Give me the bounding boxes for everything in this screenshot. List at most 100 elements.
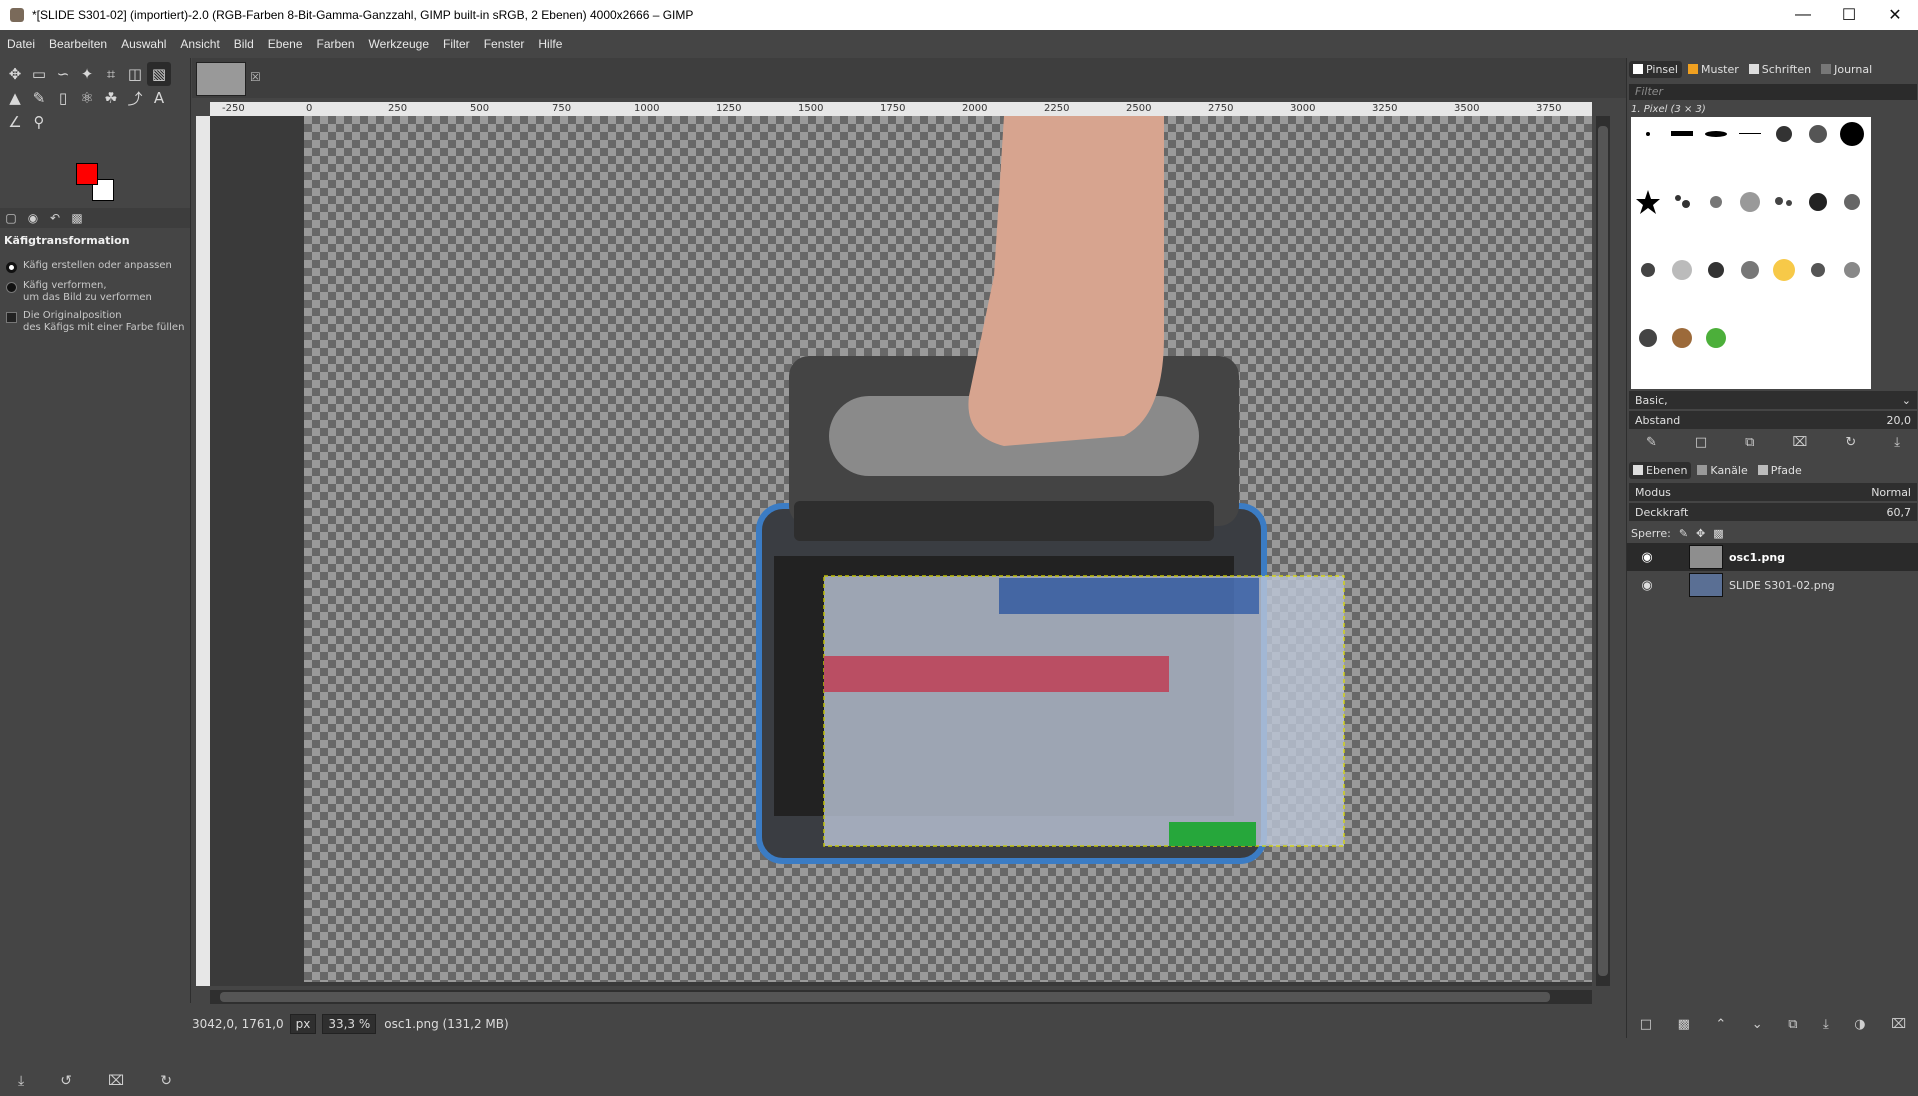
brush-item[interactable]	[1665, 253, 1699, 287]
paths-tool-icon[interactable]: ⤴	[123, 86, 147, 110]
menu-bearbeiten[interactable]: Bearbeiten	[42, 37, 114, 51]
lock-position-icon[interactable]: ✥	[1696, 527, 1705, 540]
lock-pixels-icon[interactable]: ✎	[1679, 527, 1688, 540]
brush-item[interactable]	[1699, 253, 1733, 287]
option-deform-cage[interactable]: Käfig verformen, um das Bild zu verforme…	[4, 280, 152, 304]
rect-select-tool-icon[interactable]: ▭	[27, 62, 51, 86]
brush-item[interactable]	[1835, 185, 1869, 219]
delete-brush-icon[interactable]: ⌧	[1792, 435, 1807, 450]
brush-spacing-slider[interactable]: Abstand 20,0	[1629, 411, 1917, 429]
eraser-tool-icon[interactable]: ▯	[51, 86, 75, 110]
new-layer-icon[interactable]: □	[1640, 1017, 1652, 1032]
brush-item[interactable]	[1733, 117, 1767, 151]
unified-transform-tool-icon[interactable]: ◫	[123, 62, 147, 86]
tab-patterns[interactable]: Muster	[1684, 61, 1743, 78]
eye-icon[interactable]: ◉	[1627, 550, 1667, 565]
device-status-tab-icon[interactable]: ◉	[22, 211, 44, 225]
image-canvas[interactable]	[304, 116, 1592, 982]
menu-bild[interactable]: Bild	[227, 37, 261, 51]
foreground-color-swatch[interactable]	[76, 163, 98, 185]
zoom-tool-icon[interactable]: ⚲	[27, 110, 51, 134]
restore-tool-preset-icon[interactable]: ↺	[60, 1073, 72, 1089]
menu-hilfe[interactable]: Hilfe	[531, 37, 569, 51]
delete-tool-preset-icon[interactable]: ⌧	[108, 1073, 124, 1089]
brush-item[interactable]	[1665, 321, 1699, 355]
image-thumbnail-tab[interactable]	[196, 62, 246, 96]
brush-filter-input[interactable]: Filter	[1629, 84, 1917, 100]
brush-item[interactable]	[1767, 185, 1801, 219]
brush-item[interactable]	[1699, 185, 1733, 219]
text-tool-icon[interactable]: A	[147, 86, 171, 110]
save-tool-preset-icon[interactable]: ⤓	[18, 1073, 24, 1089]
brush-item[interactable]	[1665, 185, 1699, 219]
mask-layer-icon[interactable]: ◑	[1854, 1017, 1865, 1032]
duplicate-brush-icon[interactable]: ⧉	[1745, 435, 1754, 450]
close-button[interactable]: ✕	[1872, 0, 1918, 30]
clone-tool-icon[interactable]: ⚛	[75, 86, 99, 110]
menu-werkzeuge[interactable]: Werkzeuge	[362, 37, 436, 51]
reset-tool-options-icon[interactable]: ↻	[160, 1073, 172, 1089]
brush-item[interactable]	[1699, 321, 1733, 355]
brush-item[interactable]	[1631, 321, 1665, 355]
brush-item[interactable]	[1733, 185, 1767, 219]
option-create-cage[interactable]: Käfig erstellen oder anpassen	[4, 260, 172, 273]
layer-row[interactable]: ◉ SLIDE S301-02.png	[1627, 571, 1918, 599]
vertical-scrollbar[interactable]	[1596, 116, 1610, 986]
brush-item[interactable]	[1733, 253, 1767, 287]
menu-farben[interactable]: Farben	[310, 37, 362, 51]
menu-datei[interactable]: Datei	[0, 37, 42, 51]
vertical-scroll-thumb[interactable]	[1598, 126, 1608, 976]
brush-item[interactable]	[1835, 117, 1869, 151]
brush-item[interactable]	[1801, 253, 1835, 287]
measure-tool-icon[interactable]: ∠	[3, 110, 27, 134]
radio-create-cage[interactable]	[6, 262, 17, 273]
tab-fonts[interactable]: Schriften	[1745, 61, 1815, 78]
tab-paths[interactable]: Pfade	[1754, 462, 1806, 479]
bucket-fill-tool-icon[interactable]: ▲	[3, 86, 27, 110]
images-tab-icon[interactable]: ▩	[66, 211, 88, 225]
brush-item[interactable]	[1631, 117, 1665, 151]
unit-select[interactable]: px	[289, 1014, 317, 1034]
brush-item[interactable]	[1767, 117, 1801, 151]
layer-opacity-slider[interactable]: Deckkraft 60,7	[1629, 503, 1917, 521]
close-image-tab-icon[interactable]: ☒	[250, 70, 261, 84]
undo-history-tab-icon[interactable]: ↶	[44, 211, 66, 225]
open-brush-icon[interactable]: ⤓	[1894, 435, 1900, 450]
eye-icon[interactable]: ◉	[1627, 578, 1667, 593]
brush-item[interactable]	[1835, 253, 1869, 287]
delete-layer-icon[interactable]: ⌧	[1891, 1017, 1906, 1032]
tool-options-tab-icon[interactable]: ▢	[0, 211, 22, 225]
menu-auswahl[interactable]: Auswahl	[114, 37, 173, 51]
new-layer-group-icon[interactable]: ▩	[1678, 1017, 1690, 1032]
brush-preset-select[interactable]: Basic, ⌄	[1629, 391, 1917, 409]
lasso-tool-icon[interactable]: ∽	[51, 62, 75, 86]
duplicate-layer-icon[interactable]: ⧉	[1788, 1017, 1797, 1032]
brush-item[interactable]	[1801, 117, 1835, 151]
horizontal-scrollbar[interactable]	[210, 990, 1592, 1004]
option-fill-original[interactable]: Die Originalposition des Käfigs mit eine…	[4, 310, 184, 334]
tab-brushes[interactable]: Pinsel	[1629, 60, 1682, 78]
brush-item[interactable]	[1801, 185, 1835, 219]
brush-item[interactable]	[1665, 117, 1699, 151]
horizontal-scroll-thumb[interactable]	[220, 992, 1550, 1002]
menu-ebene[interactable]: Ebene	[261, 37, 310, 51]
layer-mode-row[interactable]: Modus Normal	[1629, 483, 1917, 501]
smudge-tool-icon[interactable]: ☘	[99, 86, 123, 110]
minimize-button[interactable]: —	[1780, 0, 1826, 30]
tab-journal[interactable]: Journal	[1817, 61, 1876, 78]
lock-alpha-icon[interactable]: ▩	[1713, 527, 1723, 540]
new-brush-icon[interactable]: □	[1695, 435, 1707, 450]
tab-channels[interactable]: Kanäle	[1693, 462, 1751, 479]
menu-fenster[interactable]: Fenster	[477, 37, 532, 51]
maximize-button[interactable]: ☐	[1826, 0, 1872, 30]
move-tool-icon[interactable]: ✥	[3, 62, 27, 86]
color-swatches[interactable]	[74, 161, 124, 207]
brush-grid[interactable]	[1631, 117, 1871, 389]
canvas-area[interactable]	[210, 116, 1592, 986]
brush-item[interactable]	[1699, 117, 1733, 151]
crop-tool-icon[interactable]: ⌗	[99, 62, 123, 86]
tab-layers[interactable]: Ebenen	[1629, 461, 1692, 479]
cage-transform-tool-icon[interactable]: ▧	[147, 62, 171, 86]
edit-brush-icon[interactable]: ✎	[1646, 435, 1657, 450]
refresh-brushes-icon[interactable]: ↻	[1845, 435, 1856, 450]
